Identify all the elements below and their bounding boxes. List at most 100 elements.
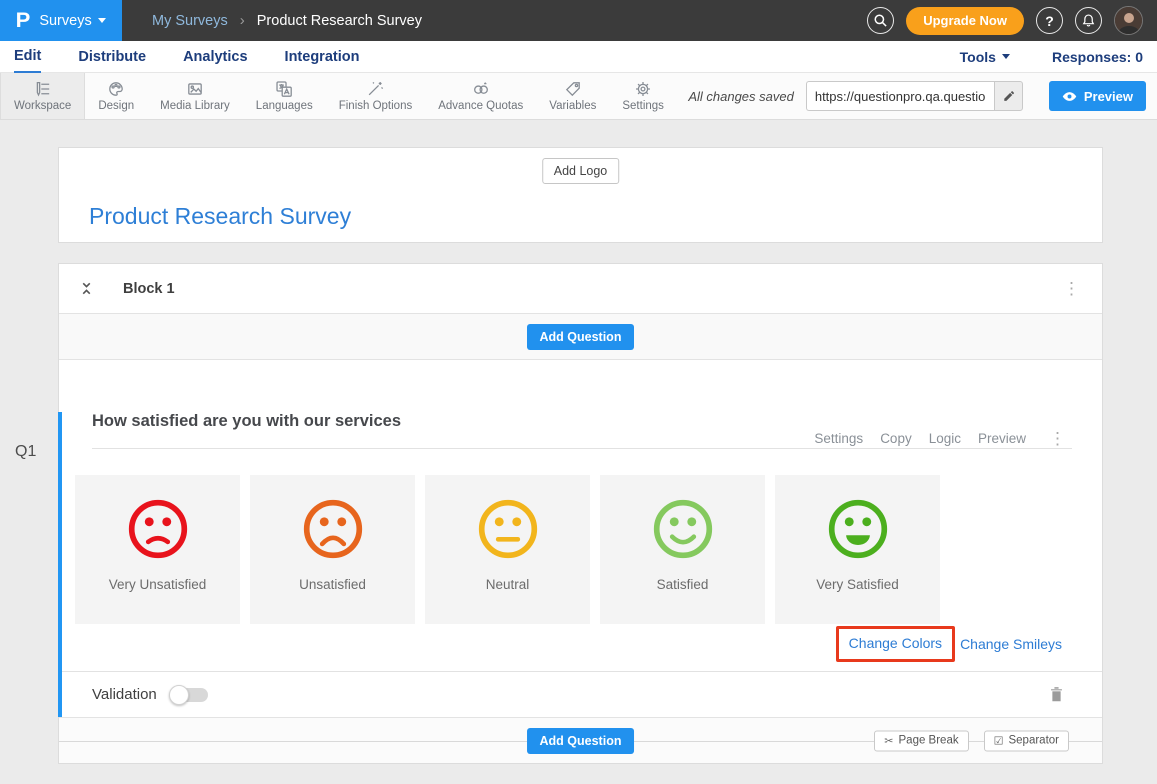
survey-canvas: Q1 Add Logo Product Research Survey Bloc… xyxy=(0,147,1157,784)
tab-edit[interactable]: Edit xyxy=(14,41,41,73)
smiley-option[interactable]: Unsatisfied xyxy=(250,475,415,624)
toolbar-label: Languages xyxy=(256,100,313,112)
responses-count[interactable]: Responses: 0 xyxy=(1052,49,1143,65)
delete-question-button[interactable] xyxy=(1049,686,1064,703)
design-icon xyxy=(107,80,125,98)
preview-label: Preview xyxy=(1084,89,1133,104)
question-actions: Settings Copy Logic Preview ⋮ xyxy=(814,430,1072,447)
add-question-button-top[interactable]: Add Question xyxy=(527,324,635,350)
tab-integration[interactable]: Integration xyxy=(285,41,360,73)
search-icon xyxy=(873,13,888,28)
block-card: Block 1 ⋮ Add Question Settings Copy Log… xyxy=(58,263,1103,764)
validation-row: Validation xyxy=(62,671,1102,717)
question-logic-link[interactable]: Logic xyxy=(929,431,961,446)
block-footer-strip: Add Question ✂ Page Break ☑ Separator xyxy=(59,717,1102,763)
toolbar-label: Advance Quotas xyxy=(438,100,523,112)
notifications-button[interactable] xyxy=(1075,7,1102,34)
smiley-icon xyxy=(825,496,891,562)
edit-url-button[interactable] xyxy=(994,81,1023,111)
toolbar-item-media-library[interactable]: Media Library xyxy=(147,73,243,119)
advance-quotas-icon xyxy=(472,80,490,98)
surveys-menu-label: Surveys xyxy=(39,13,91,29)
survey-title[interactable]: Product Research Survey xyxy=(89,203,351,230)
toolbar-label: Finish Options xyxy=(339,100,413,112)
topbar-actions: Upgrade Now ? xyxy=(867,6,1157,35)
add-question-button-bottom[interactable]: Add Question xyxy=(527,728,635,754)
smiley-option[interactable]: Neutral xyxy=(425,475,590,624)
block-header: Block 1 ⋮ xyxy=(59,264,1102,314)
question-card: Settings Copy Logic Preview ⋮ How satisf… xyxy=(58,412,1102,717)
question-menu-button[interactable]: ⋮ xyxy=(1043,430,1072,447)
toolbar-item-languages[interactable]: Languages xyxy=(243,73,326,119)
checkbox-icon: ☑ xyxy=(994,734,1004,747)
validation-toggle[interactable] xyxy=(171,688,208,702)
smiley-option-label: Neutral xyxy=(486,577,530,592)
preview-button[interactable]: Preview xyxy=(1049,81,1146,111)
toolbar-item-finish-options[interactable]: Finish Options xyxy=(326,73,426,119)
smiley-option-label: Very Satisfied xyxy=(816,577,899,592)
app-logo-area[interactable]: P Surveys xyxy=(0,0,122,41)
smiley-option[interactable]: Very Satisfied xyxy=(775,475,940,624)
user-avatar[interactable] xyxy=(1114,6,1143,35)
collapse-icon xyxy=(79,281,94,296)
bell-icon xyxy=(1081,13,1096,28)
breadcrumb-my-surveys[interactable]: My Surveys xyxy=(152,13,228,29)
smiley-icon xyxy=(650,496,716,562)
add-logo-button[interactable]: Add Logo xyxy=(542,158,620,184)
surveys-product-menu[interactable]: Surveys xyxy=(39,13,105,29)
languages-icon xyxy=(275,80,293,98)
toggle-knob xyxy=(169,685,189,705)
toolbar-label: Variables xyxy=(549,100,596,112)
search-button[interactable] xyxy=(867,7,894,34)
change-smileys-link[interactable]: Change Smileys xyxy=(960,636,1062,652)
toolbar-item-settings[interactable]: Settings xyxy=(609,73,677,119)
separator-button[interactable]: ☑ Separator xyxy=(984,730,1069,751)
breadcrumb-separator: › xyxy=(240,12,245,29)
tab-analytics[interactable]: Analytics xyxy=(183,41,247,73)
toolbar-item-workspace[interactable]: Workspace xyxy=(0,73,85,119)
question-preview-link[interactable]: Preview xyxy=(978,431,1026,446)
smiley-icon xyxy=(475,496,541,562)
change-colors-highlight-box: Change Colors xyxy=(836,626,955,662)
upgrade-now-button[interactable]: Upgrade Now xyxy=(906,7,1024,35)
toolbar-item-design[interactable]: Design xyxy=(85,73,147,119)
smiley-options-row: Very Unsatisfied Unsatisfied Neutral Sat… xyxy=(75,475,1072,624)
survey-url-group xyxy=(806,81,1023,111)
smiley-option[interactable]: Satisfied xyxy=(600,475,765,624)
block-menu-button[interactable]: ⋮ xyxy=(1057,280,1086,297)
avatar-photo xyxy=(1115,7,1143,35)
tools-label: Tools xyxy=(960,49,996,65)
workspace-icon xyxy=(34,80,52,98)
smiley-option[interactable]: Very Unsatisfied xyxy=(75,475,240,624)
smiley-option-label: Very Unsatisfied xyxy=(109,577,207,592)
toolbar-label: Workspace xyxy=(14,100,71,112)
block-title[interactable]: Block 1 xyxy=(123,281,175,297)
change-colors-link[interactable]: Change Colors xyxy=(849,635,942,651)
chevron-down-icon xyxy=(98,18,106,23)
top-navbar: P Surveys My Surveys › Product Research … xyxy=(0,0,1157,41)
validation-label: Validation xyxy=(92,686,157,703)
survey-header-card: Add Logo Product Research Survey xyxy=(58,147,1103,243)
survey-section-nav: Edit Distribute Analytics Integration To… xyxy=(0,41,1157,73)
page-break-button[interactable]: ✂ Page Break xyxy=(874,730,968,751)
settings-icon xyxy=(634,80,652,98)
finish-options-icon xyxy=(366,80,384,98)
collapse-block-button[interactable] xyxy=(79,281,94,296)
help-button[interactable]: ? xyxy=(1036,7,1063,34)
pencil-icon xyxy=(1002,90,1015,103)
toolbar-item-variables[interactable]: Variables xyxy=(536,73,609,119)
question-number-label: Q1 xyxy=(15,443,36,461)
separator-label: Separator xyxy=(1008,735,1059,747)
question-links-row: Change Colors Change Smileys xyxy=(62,626,1102,662)
save-status-text: All changes saved xyxy=(688,89,794,104)
question-copy-link[interactable]: Copy xyxy=(880,431,912,446)
questionpro-logo: P xyxy=(16,9,31,33)
footer-right-buttons: ✂ Page Break ☑ Separator xyxy=(874,730,1069,751)
tools-menu[interactable]: Tools xyxy=(960,49,1010,65)
question-settings-link[interactable]: Settings xyxy=(814,431,863,446)
question-mark-icon: ? xyxy=(1045,13,1054,29)
chevron-down-icon xyxy=(1002,54,1010,59)
tab-distribute[interactable]: Distribute xyxy=(78,41,146,73)
survey-url-input[interactable] xyxy=(806,81,994,111)
toolbar-item-advance-quotas[interactable]: Advance Quotas xyxy=(425,73,536,119)
